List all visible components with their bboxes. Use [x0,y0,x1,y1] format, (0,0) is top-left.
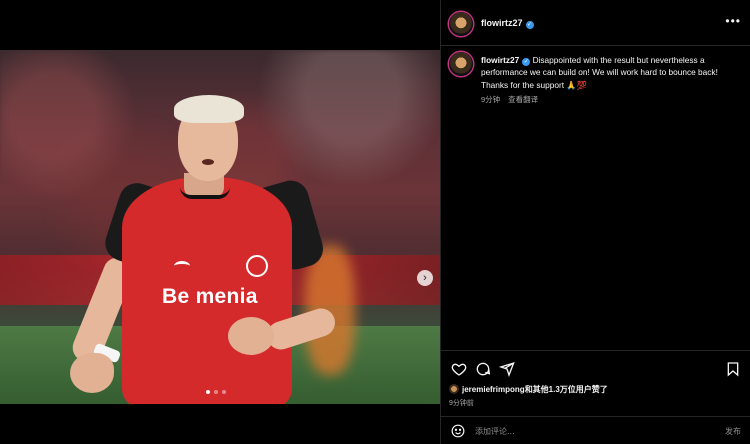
header-username-text[interactable]: flowirtz27 [481,18,523,28]
post-photo[interactable]: Be menia › [0,50,440,404]
share-icon[interactable] [499,361,515,377]
left-hand [70,353,114,393]
hair [174,95,244,123]
carousel-dot [214,390,218,394]
bookmark-icon[interactable] [725,361,741,377]
collar [180,187,230,199]
comment-bar: 发布 [441,416,750,444]
comment-input[interactable] [475,423,695,439]
avatar[interactable] [449,12,473,36]
carousel-dot-active [206,390,210,394]
player-figure: Be menia [68,85,340,404]
post-media-pane: Be menia › [0,0,440,444]
post-side-panel: flowirtz27 ✓ ••• flowirtz27 ✓ Disappointed… [440,0,750,444]
more-options-icon[interactable]: ••• [725,14,741,28]
emoji-icon[interactable] [451,424,465,438]
post-timestamp: 9分钟前 [449,400,474,407]
club-crest [246,255,268,277]
caption-avatar[interactable] [449,52,473,76]
carousel-dot [222,390,226,394]
likes-count-text[interactable]: 和其他1.3万位用户赞了 [525,385,608,394]
verified-badge-icon: ✓ [522,58,531,66]
caption-meta: 9分钟 查看翻译 [481,94,538,105]
mouth [202,159,214,165]
chevron-right-icon[interactable]: › [417,270,433,286]
likes-summary[interactable]: jeremiefrimpong和其他1.3万位用户赞了 [449,384,608,395]
action-bar [441,350,750,382]
right-hand [228,317,274,355]
carousel-dots [206,390,226,394]
kit-manufacturer-logo [174,261,190,271]
post-header: flowirtz27 ✓ ••• [441,0,750,46]
header-username[interactable]: flowirtz27 ✓ [481,18,534,29]
caption-username[interactable]: flowirtz27 [481,55,519,65]
post-comment-button[interactable]: 发布 [725,426,741,437]
jersey-sponsor: Be menia [162,285,258,308]
comment-icon[interactable] [475,361,491,377]
heart-icon[interactable] [451,361,467,377]
caption-time: 9分钟 [481,95,501,104]
verified-badge-icon: ✓ [525,21,534,29]
caption-text: flowirtz27 ✓ Disappointed with the result… [481,54,743,91]
liker-avatar [449,384,459,394]
liker-username[interactable]: jeremiefrimpong [462,385,525,394]
see-translation-link[interactable]: 查看翻译 [508,95,538,104]
